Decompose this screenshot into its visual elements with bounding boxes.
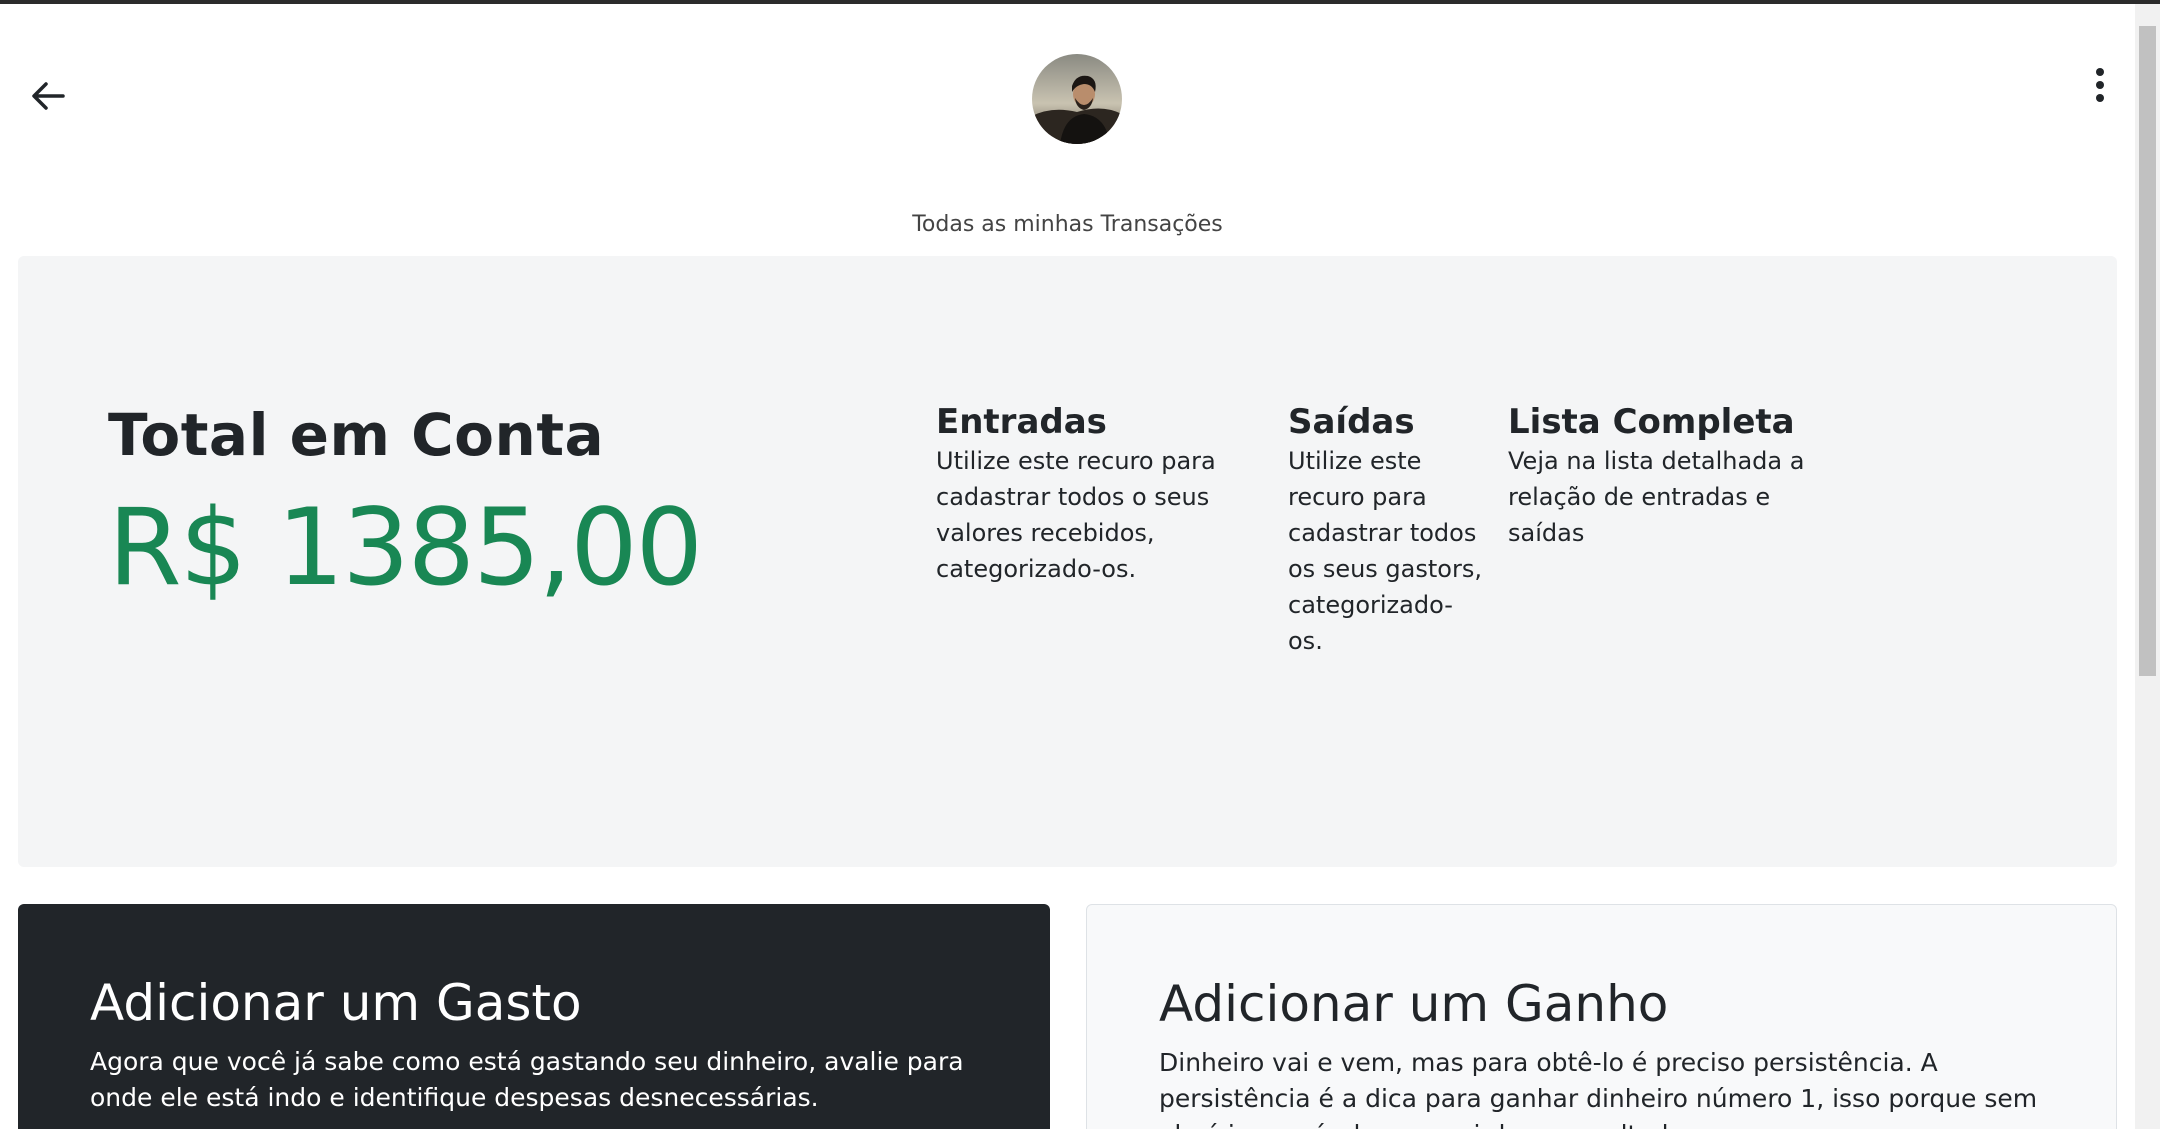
feature-entradas[interactable]: Entradas Utilize este recuro para cadast… [936, 401, 1216, 587]
arrow-left-icon [32, 82, 65, 110]
add-income-card[interactable]: Adicionar um Ganho Dinheiro vai e vem, m… [1086, 904, 2117, 1129]
feature-title: Lista Completa [1508, 402, 1795, 442]
add-expense-text: Agora que você já sabe como está gastand… [90, 1047, 964, 1112]
add-expense-title: Adicionar um Gasto [90, 974, 582, 1032]
add-expense-card[interactable]: Adicionar um Gasto Agora que você já sab… [18, 904, 1050, 1129]
balance-amount: R$ 1385,00 [108, 486, 703, 609]
balance-title: Total em Conta [108, 401, 605, 469]
feature-saidas[interactable]: Saídas Utilize este recuro para cadastra… [1288, 401, 1488, 659]
feature-lista-completa[interactable]: Lista Completa Veja na lista detalhada a… [1508, 401, 1808, 551]
page-subtitle: Todas as minhas Transações [912, 212, 1223, 237]
kebab-menu-icon [2096, 68, 2104, 102]
avatar[interactable] [1032, 54, 1122, 144]
feature-text: Utilize este recuro para cadastrar todos… [936, 447, 1216, 583]
more-options-button[interactable] [2080, 62, 2120, 110]
scrollbar-thumb[interactable] [2139, 26, 2156, 676]
add-income-text: Dinheiro vai e vem, mas para obtê-lo é p… [1159, 1048, 2038, 1129]
vertical-scrollbar[interactable] [2135, 4, 2160, 1129]
feature-text: Utilize este recuro para cadastrar todos… [1288, 447, 1482, 655]
profile-photo-icon [1032, 54, 1122, 144]
feature-text: Veja na lista detalhada a relação de ent… [1508, 447, 1805, 547]
feature-title: Saídas [1288, 402, 1415, 442]
back-button[interactable] [28, 76, 68, 116]
page: Todas as minhas Transações Total em Cont… [0, 4, 2135, 1129]
feature-title: Entradas [936, 402, 1107, 442]
add-income-title: Adicionar um Ganho [1159, 975, 1669, 1033]
balance-jumbotron: Total em Conta R$ 1385,00 Entradas Utili… [18, 256, 2117, 867]
